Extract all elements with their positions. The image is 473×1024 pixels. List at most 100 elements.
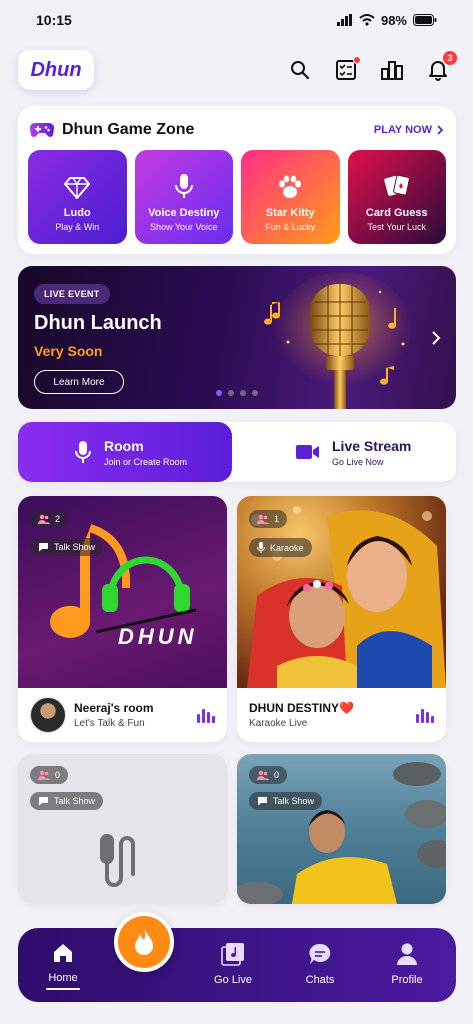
wifi-icon [359,14,375,26]
room-card-footer: DHUN DESTINY❤️ Karaoke Live [237,688,446,742]
room-info: Neeraj's room Let's Talk & Fun [30,697,154,733]
room-cover: 0 Talk Show [18,754,227,904]
header-actions: 3 [288,51,457,82]
listener-count-pill: 2 [30,510,69,528]
game-zone-title: Dhun Game Zone [30,121,194,139]
game-card-star-kitty[interactable]: Star Kitty Fun & Lucky [241,150,340,244]
nav-home[interactable]: Home [28,942,98,990]
carousel-dot[interactable] [216,390,222,396]
room-tab-text: Room Join or Create Room [104,438,187,467]
nav-chats-label: Chats [305,974,335,986]
game-sub: Play & Win [55,222,100,232]
play-now-label: PLAY NOW [373,124,432,136]
game-card-card-guess[interactable]: Card Guess Test Your Luck [347,150,446,244]
listener-count-pill: 0 [249,766,288,784]
microphone-icon [257,542,265,553]
cards-icon [384,174,410,196]
live-event-tag: LIVE EVENT [34,284,110,304]
search-icon[interactable] [288,58,312,82]
chat-icon [309,943,331,964]
carousel-dot[interactable] [240,390,246,396]
live-stream-tab[interactable]: Live Stream Go Live Now [246,422,456,482]
music-library-icon [221,943,244,966]
nav-profile[interactable]: Profile [372,942,442,986]
notification-count-badge: 3 [443,51,457,65]
room-title: Neeraj's room [74,701,154,715]
room-card[interactable]: 0 Talk Show [18,754,227,904]
room-info: DHUN DESTINY❤️ Karaoke Live [249,701,354,729]
chat-bubble-icon [39,543,48,552]
carousel-dot[interactable] [252,390,258,396]
microphone-icon [174,174,193,198]
paw-icon [279,175,302,198]
bell-icon[interactable]: 3 [426,51,457,82]
diamond-icon [64,177,91,199]
game-zone-header: Dhun Game Zone PLAY NOW [30,118,444,142]
status-time: 10:15 [36,12,72,28]
nav-profile-label: Profile [391,974,423,986]
game-zone-title-text: Dhun Game Zone [62,121,195,138]
nav-chats[interactable]: Chats [285,942,355,986]
golden-microphone-illustration [264,272,413,409]
room-tag: Talk Show [54,796,96,806]
room-tab[interactable]: Room Join or Create Room [18,422,232,482]
game-name: Card Guess [365,207,428,219]
app-header: Dhun 3 [18,48,457,92]
room-card-footer: Neeraj's room Let's Talk & Fun [18,688,227,742]
room-tag: Karaoke [270,542,304,553]
room-tag: Talk Show [54,542,96,552]
live-tab-sub: Go Live Now [332,456,384,467]
live-tab-text: Live Stream Go Live Now [332,438,411,467]
tasks-icon[interactable] [334,56,361,82]
game-name: Star Kitty [265,207,315,219]
play-now-link[interactable]: PLAY NOW [374,124,444,136]
game-sub: Test Your Luck [367,222,427,232]
listener-count-pill: 0 [30,766,69,784]
learn-more-button[interactable]: Learn More [34,370,124,394]
users-icon [257,770,269,780]
chevron-right-icon [437,125,444,135]
users-icon [257,514,269,524]
room-card[interactable]: DHUN 2 Talk Show Neeraj's room Let's Tal… [18,496,227,742]
chat-bubble-icon [39,797,48,806]
leaderboard-icon[interactable] [380,58,404,82]
microphone-icon [75,441,91,463]
game-sub: Fun & Lucky [265,222,316,232]
signal-icon [336,14,352,26]
nav-go-live[interactable]: Go Live [198,942,268,986]
chevron-right-icon[interactable] [430,330,442,346]
fire-button[interactable] [114,912,174,972]
game-card-ludo[interactable]: Ludo Play & Win [28,150,127,244]
carousel-dot[interactable] [228,390,234,396]
listener-count: 0 [55,770,61,780]
listener-count: 0 [274,770,280,780]
users-icon [38,514,50,524]
room-cover: 0 Talk Show [237,754,446,904]
room-card[interactable]: 0 Talk Show [237,754,446,904]
battery-icon [413,14,437,26]
room-tag-pill: Karaoke [249,538,312,557]
room-live-toggle: Room Join or Create Room Live Stream Go … [18,422,456,482]
game-name: Ludo [63,207,91,219]
room-art-text: DHUN [118,624,198,649]
room-subtitle: Karaoke Live [249,718,308,729]
banner-subtitle: Very Soon [34,343,103,359]
listener-count-pill: 1 [249,510,288,528]
avatar [30,697,66,733]
room-tag-pill: Talk Show [30,792,104,810]
live-tab-title: Live Stream [332,437,412,454]
listener-count: 1 [274,514,280,524]
bottom-navigation: Home Go Live Chats Profile [18,912,456,1002]
chat-bubble-icon [258,797,267,806]
room-card[interactable]: 1 Karaoke DHUN DESTINY❤️ Karaoke Live [237,496,446,742]
microphone-placeholder-icon [100,834,135,887]
app-logo[interactable]: Dhun [18,50,94,90]
room-tag: Talk Show [273,796,315,806]
carousel-dots [216,390,258,396]
game-card-voice-destiny[interactable]: Voice Destiny Show Your Voice [134,150,233,244]
flame-icon [135,928,153,955]
live-event-banner[interactable]: LIVE EVENT Dhun Launch Very Soon Learn M… [18,266,456,409]
game-zone-card: Dhun Game Zone PLAY NOW Ludo Play & Win … [18,106,456,254]
game-list: Ludo Play & Win Voice Destiny Show Your … [28,150,446,244]
status-indicators: 98% [336,13,437,28]
